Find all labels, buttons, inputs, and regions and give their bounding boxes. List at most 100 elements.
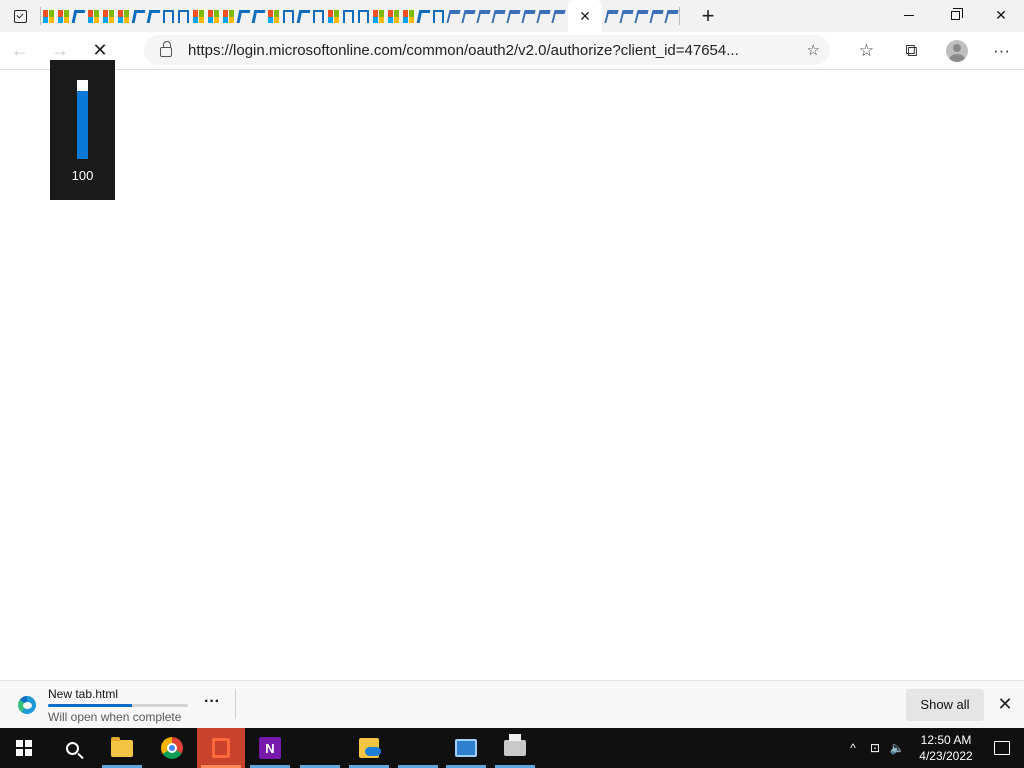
active-tab[interactable]: ✕ [568, 0, 602, 32]
tab-favicon-icon [146, 9, 161, 23]
browser-tab[interactable] [461, 0, 476, 32]
system-tray: ^ ⊡ 🔈 12:50 AM 4/23/2022 [842, 728, 1024, 768]
tab-favicon-icon [131, 9, 146, 23]
folder-icon [111, 736, 133, 757]
browser-tab[interactable] [191, 0, 206, 32]
browser-tab[interactable] [71, 0, 86, 32]
taskbar-server-manager[interactable] [442, 728, 490, 768]
tab-favicon-icon [619, 9, 634, 23]
browser-toolbar: ← → ✕ https://login.microsoftonline.com/… [0, 32, 1024, 70]
browser-tab[interactable] [371, 0, 386, 32]
volume-icon[interactable]: 🔈 [886, 728, 908, 768]
minimize-button[interactable] [886, 0, 932, 30]
start-button[interactable] [0, 728, 48, 768]
taskbar-app-blank-2[interactable] [394, 728, 442, 768]
settings-more-icon[interactable]: ··· [979, 32, 1024, 70]
browser-tab[interactable] [634, 0, 649, 32]
close-tab-icon[interactable]: ✕ [579, 8, 591, 25]
browser-tab[interactable] [311, 0, 326, 32]
tab-favicon-icon [208, 9, 219, 23]
browser-tab[interactable] [341, 0, 356, 32]
browser-tab[interactable] [296, 0, 311, 32]
browser-tab[interactable] [506, 0, 521, 32]
address-bar[interactable]: https://login.microsoftonline.com/common… [144, 35, 830, 65]
taskbar-office[interactable] [197, 728, 245, 768]
browser-tab[interactable] [206, 0, 221, 32]
chrome-icon [161, 737, 183, 759]
favorites-icon[interactable]: ☆ [844, 32, 889, 70]
tab-favicon-icon [268, 9, 279, 23]
taskbar-app-blank[interactable] [296, 728, 344, 768]
browser-tab[interactable] [86, 0, 101, 32]
tab-favicon-icon [551, 9, 566, 23]
profile-button[interactable] [934, 32, 979, 70]
browser-tab[interactable] [491, 0, 506, 32]
collections-icon[interactable]: ⧉ [889, 32, 934, 70]
browser-tab[interactable] [251, 0, 266, 32]
download-separator [235, 689, 236, 719]
browser-tab[interactable] [401, 0, 416, 32]
browser-tab[interactable] [386, 0, 401, 32]
edge-file-icon [18, 696, 36, 714]
browser-tab[interactable] [604, 0, 619, 32]
browser-tab[interactable] [161, 0, 176, 32]
tab-favicon-icon [43, 9, 54, 23]
tab-favicon-icon [163, 9, 174, 23]
taskbar-chrome[interactable] [148, 728, 196, 768]
pinned-tabs [41, 0, 566, 32]
browser-tab[interactable] [356, 0, 371, 32]
browser-tab[interactable] [536, 0, 551, 32]
show-all-button[interactable]: Show all [906, 689, 984, 721]
add-favorite-icon[interactable]: ☆ [807, 41, 820, 59]
taskbar-printer[interactable] [491, 728, 539, 768]
download-file-name[interactable]: New tab.html [48, 687, 118, 701]
browser-tab[interactable] [619, 0, 634, 32]
new-tab-button[interactable]: + [690, 0, 726, 32]
browser-tab[interactable] [116, 0, 131, 32]
tab-favicon-icon [634, 9, 649, 23]
lock-icon[interactable] [160, 41, 172, 57]
url-text[interactable]: https://login.microsoftonline.com/common… [188, 42, 788, 59]
network-icon[interactable]: ⊡ [864, 728, 886, 768]
browser-tab[interactable] [146, 0, 161, 32]
chevron-up-icon[interactable]: ^ [842, 728, 864, 768]
taskbar-file-explorer[interactable] [98, 728, 146, 768]
download-more-button[interactable]: ··· [200, 691, 224, 715]
close-window-button[interactable]: ✕ [978, 0, 1024, 30]
browser-tab[interactable] [176, 0, 191, 32]
browser-tab[interactable] [236, 0, 251, 32]
close-download-bar-button[interactable]: ✕ [994, 693, 1016, 715]
tab-favicon-icon [328, 9, 339, 23]
tab-favicon-icon [446, 9, 461, 23]
browser-tab[interactable] [476, 0, 491, 32]
browser-tab[interactable] [281, 0, 296, 32]
clock[interactable]: 12:50 AM 4/23/2022 [912, 732, 980, 764]
tab-favicon-icon [88, 9, 99, 23]
browser-tab[interactable] [664, 0, 679, 32]
download-progress-fill [48, 704, 132, 707]
browser-tab[interactable] [131, 0, 146, 32]
taskbar-onenote[interactable]: N [246, 728, 294, 768]
browser-tab[interactable] [431, 0, 446, 32]
taskbar-onedrive-folder[interactable] [345, 728, 393, 768]
notifications-button[interactable] [980, 728, 1024, 768]
more-tabs [604, 0, 679, 32]
tab-favicon-icon [403, 9, 414, 23]
avatar [945, 40, 968, 62]
back-button[interactable]: ← [0, 33, 40, 69]
search-button[interactable] [48, 728, 96, 768]
browser-tab[interactable] [56, 0, 71, 32]
tab-favicon-icon [251, 9, 266, 23]
restore-button[interactable] [932, 0, 978, 30]
browser-tab[interactable] [41, 0, 56, 32]
browser-tab[interactable] [101, 0, 116, 32]
browser-tab[interactable] [551, 0, 566, 32]
browser-tab[interactable] [446, 0, 461, 32]
browser-tab[interactable] [221, 0, 236, 32]
browser-tab[interactable] [416, 0, 431, 32]
browser-tab[interactable] [326, 0, 341, 32]
browser-tab[interactable] [266, 0, 281, 32]
tab-actions-button[interactable] [0, 0, 40, 32]
browser-tab[interactable] [649, 0, 664, 32]
browser-tab[interactable] [521, 0, 536, 32]
